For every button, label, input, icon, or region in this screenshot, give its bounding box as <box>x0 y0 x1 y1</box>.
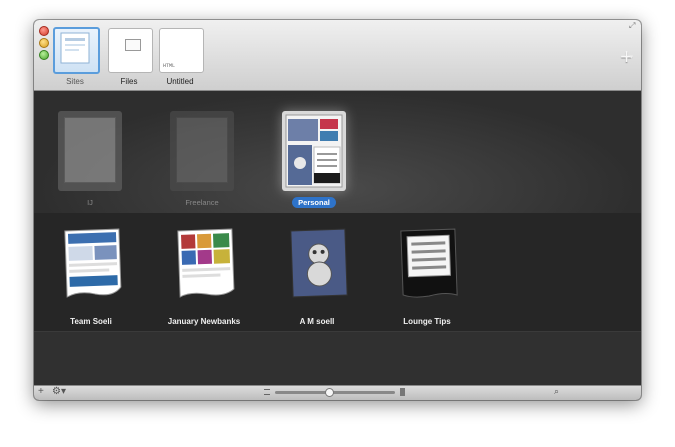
app-window: ⤢ Sites Files HTML Untitled + ▾ IJ Freel… <box>34 20 641 400</box>
site-label: Lounge Tips <box>403 317 451 326</box>
sites-grid: Team Soeli January Newbanks A M soell Lo… <box>34 213 641 332</box>
group-label-personal: Personal <box>274 197 354 208</box>
site-thumbnail <box>177 228 235 298</box>
files-thumbnail <box>108 28 153 73</box>
zoom-button[interactable] <box>39 50 49 60</box>
group-label-ij: IJ <box>87 198 93 207</box>
group-freelance[interactable] <box>170 111 234 191</box>
untitled-thumbnail: HTML <box>159 28 204 73</box>
zoom-small-icon <box>264 389 270 395</box>
folder-icon <box>125 39 141 51</box>
group-preview <box>176 117 228 183</box>
group-personal[interactable] <box>282 111 346 191</box>
zoom-slider-knob[interactable] <box>325 388 334 397</box>
empty-area <box>34 332 641 386</box>
minimize-button[interactable] <box>39 38 49 48</box>
group-label-freelance: Freelance <box>185 198 219 207</box>
group-preview <box>285 114 343 188</box>
site-thumbnail <box>290 228 348 298</box>
sites-glyph-icon <box>60 32 90 64</box>
tab-untitled-label: Untitled <box>166 77 194 86</box>
add-icon[interactable]: + <box>38 386 44 397</box>
status-bar: + ⚙▾ ⌕ <box>34 385 641 400</box>
tab-files-label: Files <box>120 77 138 86</box>
group-ij[interactable] <box>58 111 122 191</box>
close-button[interactable] <box>39 26 49 36</box>
fullscreen-icon[interactable]: ⤢ <box>629 22 637 30</box>
search-icon[interactable]: ⌕ <box>554 386 559 397</box>
chevron-down-icon[interactable]: ▾ <box>629 53 633 61</box>
zoom-large-icon <box>400 388 405 396</box>
zoom-slider[interactable] <box>275 391 395 394</box>
site-groups: IJ Freelance Personal <box>34 91 641 213</box>
site-label: A M soell <box>299 317 335 326</box>
group-preview <box>64 117 116 183</box>
site-card[interactable] <box>282 228 352 314</box>
sites-thumbnail <box>53 27 100 74</box>
site-thumbnail <box>400 228 458 298</box>
gear-icon[interactable]: ⚙▾ <box>52 386 66 397</box>
tab-sites[interactable] <box>52 26 100 74</box>
tab-sites-label: Sites <box>66 77 84 86</box>
site-card[interactable] <box>392 228 462 314</box>
site-thumbnail <box>64 228 122 298</box>
site-label: January Newbanks <box>167 317 241 326</box>
tab-untitled[interactable]: HTML <box>157 26 204 73</box>
selected-group-pill: Personal <box>292 197 336 208</box>
site-label: Team Soeli <box>70 317 112 326</box>
tab-files[interactable] <box>106 26 153 73</box>
site-card[interactable] <box>169 228 239 314</box>
html-badge: HTML <box>163 63 176 69</box>
site-card[interactable] <box>56 228 126 314</box>
toolbar: ⤢ Sites Files HTML Untitled + ▾ <box>34 20 641 91</box>
